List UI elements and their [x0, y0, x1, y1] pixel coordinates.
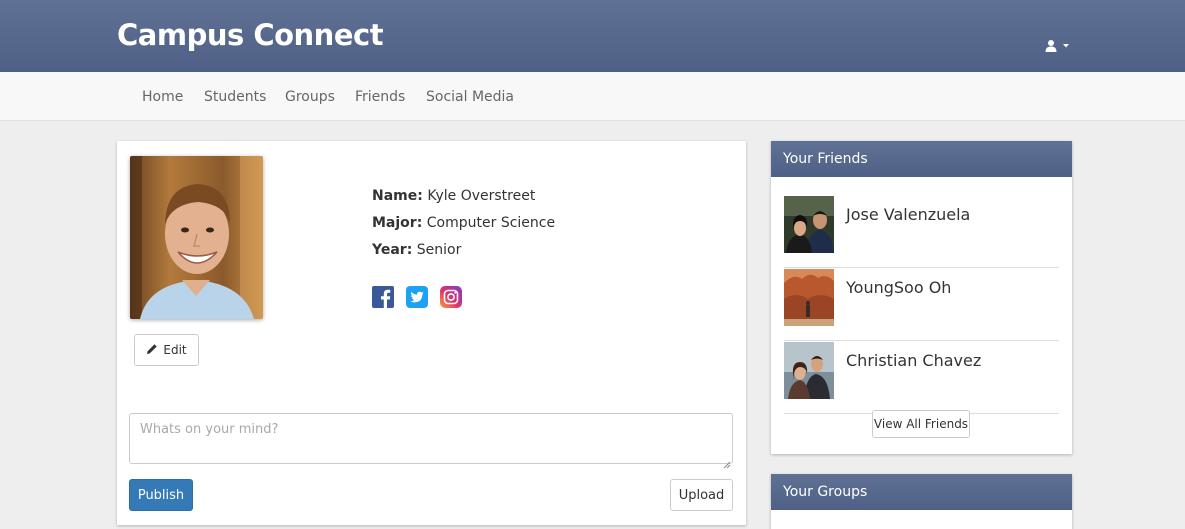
social-links: [372, 286, 462, 308]
caret-down-icon: [1063, 44, 1069, 48]
publish-button[interactable]: Publish: [129, 479, 193, 511]
twitter-icon[interactable]: [406, 286, 428, 308]
profile-panel: Edit Name: Kyle Overstreet Major: Comput…: [117, 141, 746, 525]
nav-groups[interactable]: Groups: [285, 89, 335, 105]
view-all-friends-button[interactable]: View All Friends: [872, 410, 970, 438]
facebook-icon[interactable]: [372, 286, 394, 308]
friend-avatar: [784, 342, 834, 399]
info-major: Major: Computer Science: [372, 215, 555, 242]
friends-panel: Your Friends Jose Valenzuela YoungSoo Oh…: [771, 141, 1072, 454]
nav-social-media[interactable]: Social Media: [426, 89, 514, 105]
friend-avatar: [784, 269, 834, 326]
profile-info: Name: Kyle Overstreet Major: Computer Sc…: [372, 188, 555, 269]
pencil-icon: [146, 343, 158, 358]
main-nav: Home Students Groups Friends Social Medi…: [0, 72, 1185, 121]
groups-panel: Your Groups: [771, 474, 1072, 529]
friend-item[interactable]: YoungSoo Oh: [784, 269, 1059, 341]
year-label: Year:: [372, 242, 413, 258]
profile-photo: [130, 156, 263, 319]
friend-name: YoungSoo Oh: [846, 278, 952, 297]
groups-panel-title: Your Groups: [771, 474, 1072, 510]
info-year: Year: Senior: [372, 242, 555, 269]
top-header: Campus Connect: [0, 0, 1185, 72]
nav-students[interactable]: Students: [204, 89, 266, 105]
major-label: Major:: [372, 215, 423, 231]
upload-button[interactable]: Upload: [670, 479, 733, 511]
edit-profile-button[interactable]: Edit: [134, 334, 199, 366]
nav-home[interactable]: Home: [142, 89, 183, 105]
resize-handle-icon[interactable]: [723, 454, 731, 469]
name-label: Name:: [372, 188, 423, 204]
post-input[interactable]: [129, 413, 733, 464]
friends-panel-title: Your Friends: [771, 141, 1072, 177]
name-value: Kyle Overstreet: [427, 188, 536, 204]
edit-label: Edit: [163, 343, 187, 357]
friend-item[interactable]: Jose Valenzuela: [784, 196, 1059, 268]
user-icon: [1045, 40, 1057, 52]
friend-name: Christian Chavez: [846, 351, 982, 370]
friend-name: Jose Valenzuela: [846, 205, 971, 224]
nav-friends[interactable]: Friends: [355, 89, 405, 105]
friend-avatar: [784, 196, 834, 253]
friend-item[interactable]: Christian Chavez: [784, 342, 1059, 414]
instagram-icon[interactable]: [440, 286, 462, 308]
year-value: Senior: [416, 242, 462, 258]
major-value: Computer Science: [426, 215, 556, 231]
brand-title[interactable]: Campus Connect: [117, 18, 384, 52]
user-menu-toggle[interactable]: [1044, 38, 1074, 56]
info-name: Name: Kyle Overstreet: [372, 188, 555, 215]
